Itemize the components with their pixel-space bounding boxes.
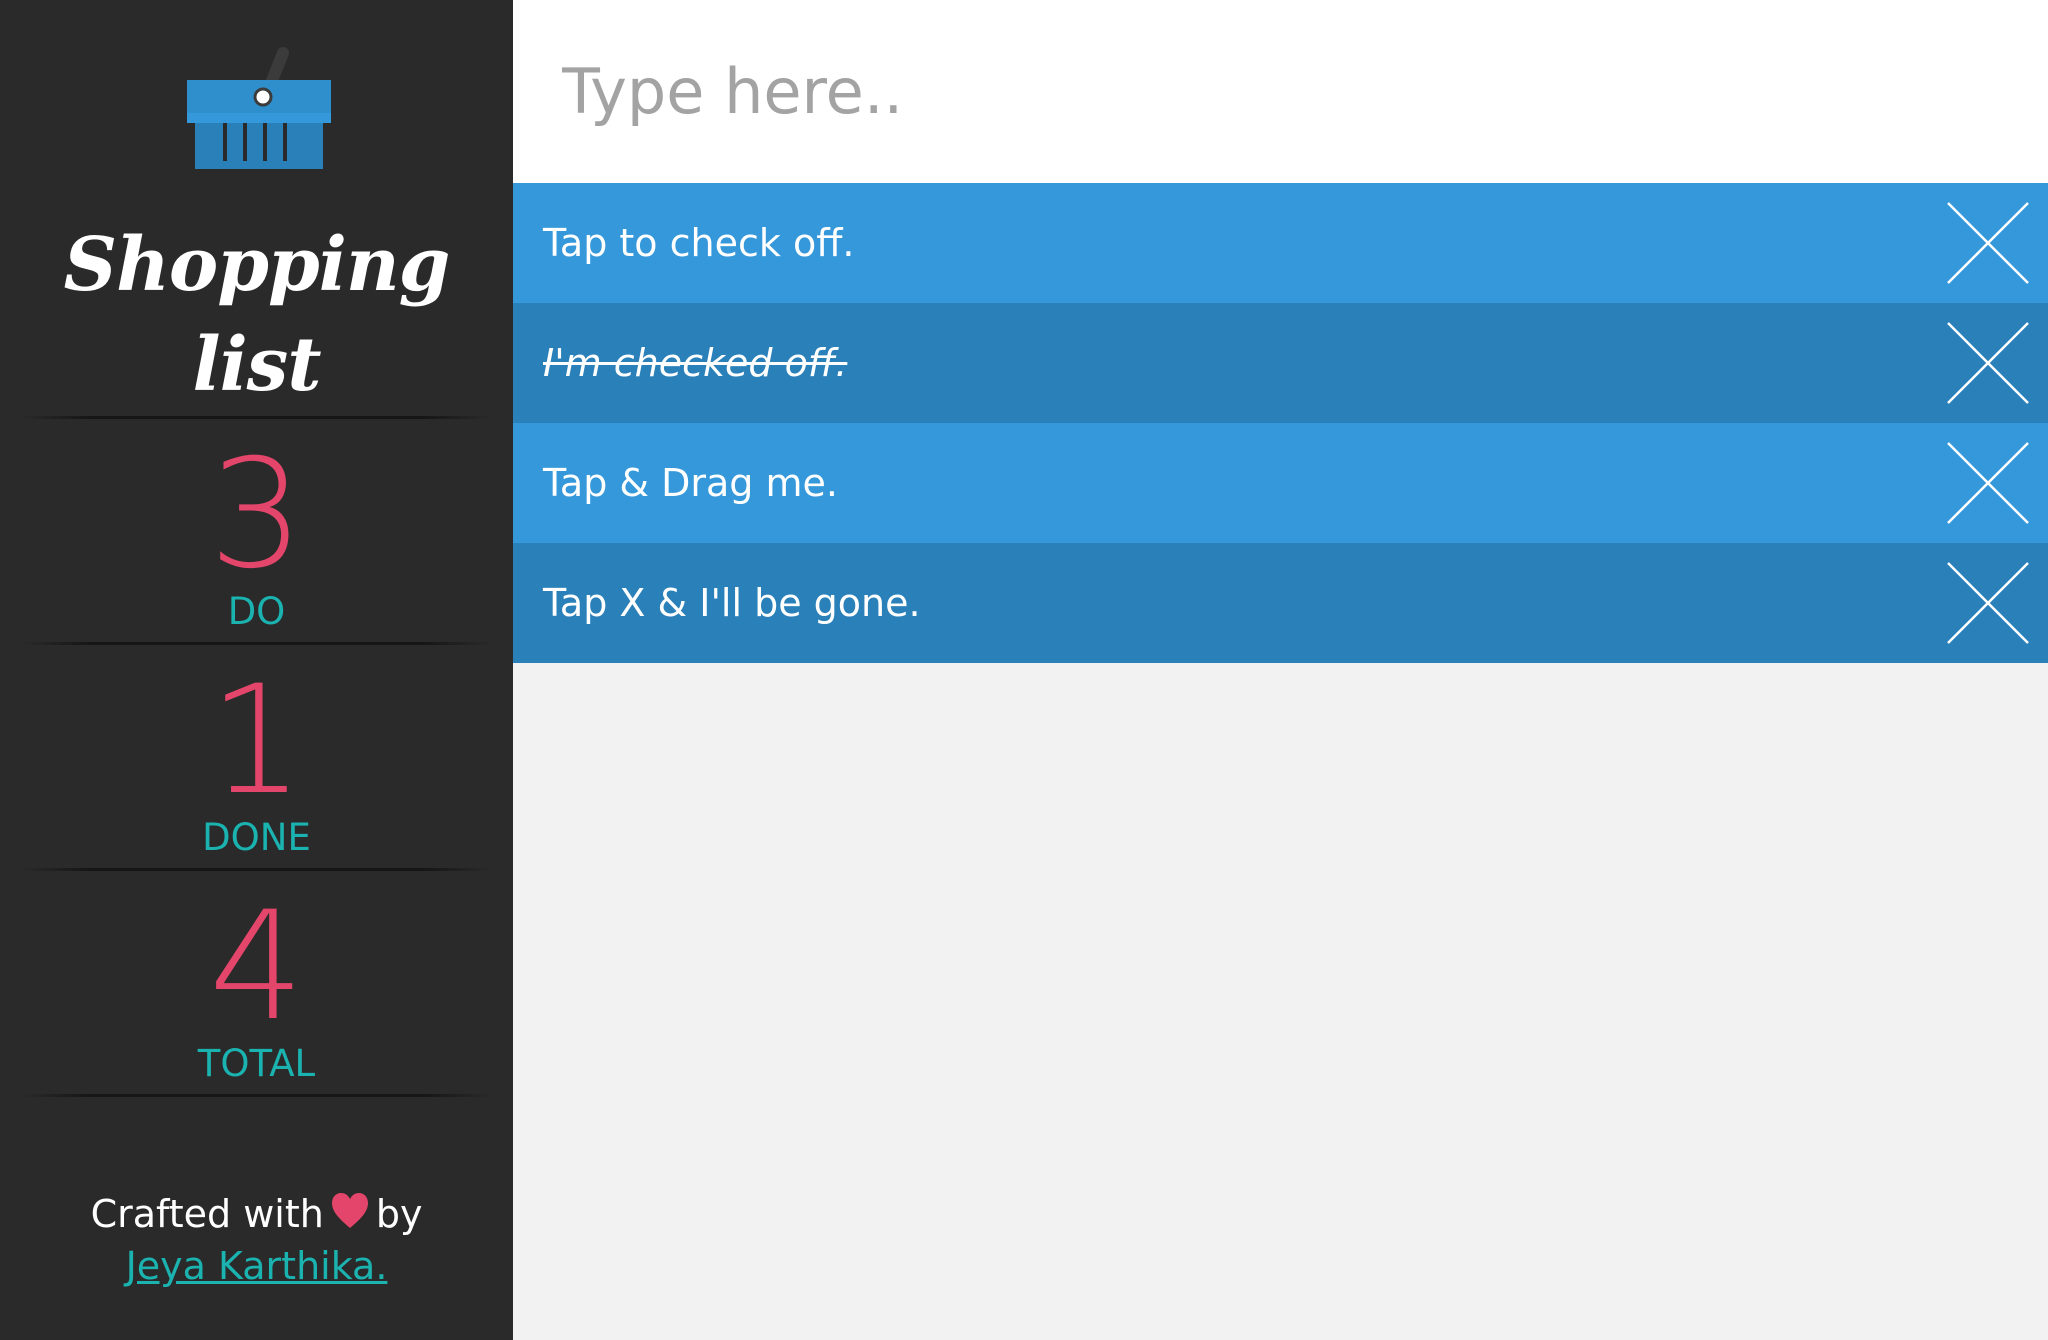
close-icon[interactable] [1946,441,2030,525]
stat-done: 1 DONE [0,666,513,860]
list-item[interactable]: I'm checked off. [513,303,2048,423]
heart-icon [330,1191,370,1242]
credits-suffix: by [375,1192,423,1236]
credits-prefix: Crafted with [90,1192,324,1236]
list-item[interactable]: Tap X & I'll be gone. [513,543,2048,663]
shopping-items-list: Tap to check off. I'm checked off. Tap &… [513,183,2048,663]
shopping-basket-icon [187,47,331,169]
main-content: Tap to check off. I'm checked off. Tap &… [513,0,2048,1340]
close-icon[interactable] [1946,201,2030,285]
stat-total-count: 4 [208,880,305,1054]
close-icon[interactable] [1946,561,2030,645]
input-bar [513,0,2048,183]
stat-do-count: 3 [208,428,305,602]
new-item-input[interactable] [560,40,2004,142]
list-item[interactable]: Tap to check off. [513,183,2048,303]
stat-do: 3 DO [0,440,513,634]
divider [20,416,493,419]
stat-total: 4 TOTAL [0,892,513,1086]
divider [20,642,493,645]
app-title: Shopping list [63,222,451,408]
list-item-text[interactable]: Tap to check off. [543,183,854,303]
list-item-text[interactable]: Tap & Drag me. [543,423,838,543]
stat-do-label: DO [227,590,286,633]
shopping-list-app: Shopping list 3 DO 1 DONE 4 TOTAL Crafte… [0,0,2048,1340]
close-icon[interactable] [1946,321,2030,405]
author-link[interactable]: Jeya Karthika. [126,1244,388,1288]
divider [20,1094,493,1097]
sidebar: Shopping list 3 DO 1 DONE 4 TOTAL Crafte… [0,0,513,1340]
list-item-text[interactable]: I'm checked off. [543,303,847,423]
stat-done-label: DONE [202,816,311,859]
stat-total-label: TOTAL [197,1042,316,1085]
list-item[interactable]: Tap & Drag me. [513,423,2048,543]
divider [20,868,493,871]
list-item-text[interactable]: Tap X & I'll be gone. [543,543,921,663]
stat-done-count: 1 [208,654,305,828]
credits: Crafted with by Jeya Karthika. [0,1190,513,1290]
